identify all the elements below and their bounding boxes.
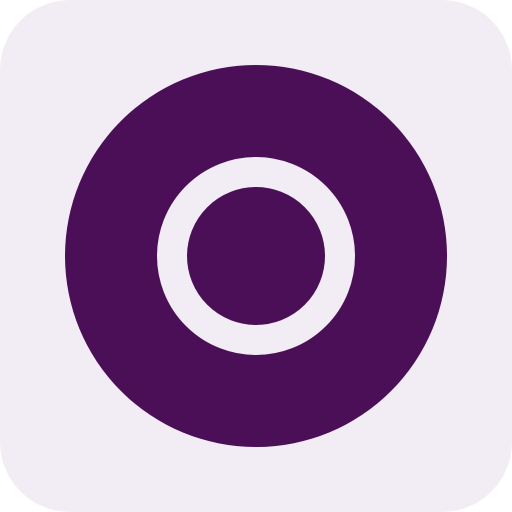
target-ring-icon bbox=[65, 65, 447, 447]
outer-disc bbox=[65, 65, 447, 447]
app-icon[interactable] bbox=[0, 0, 512, 512]
